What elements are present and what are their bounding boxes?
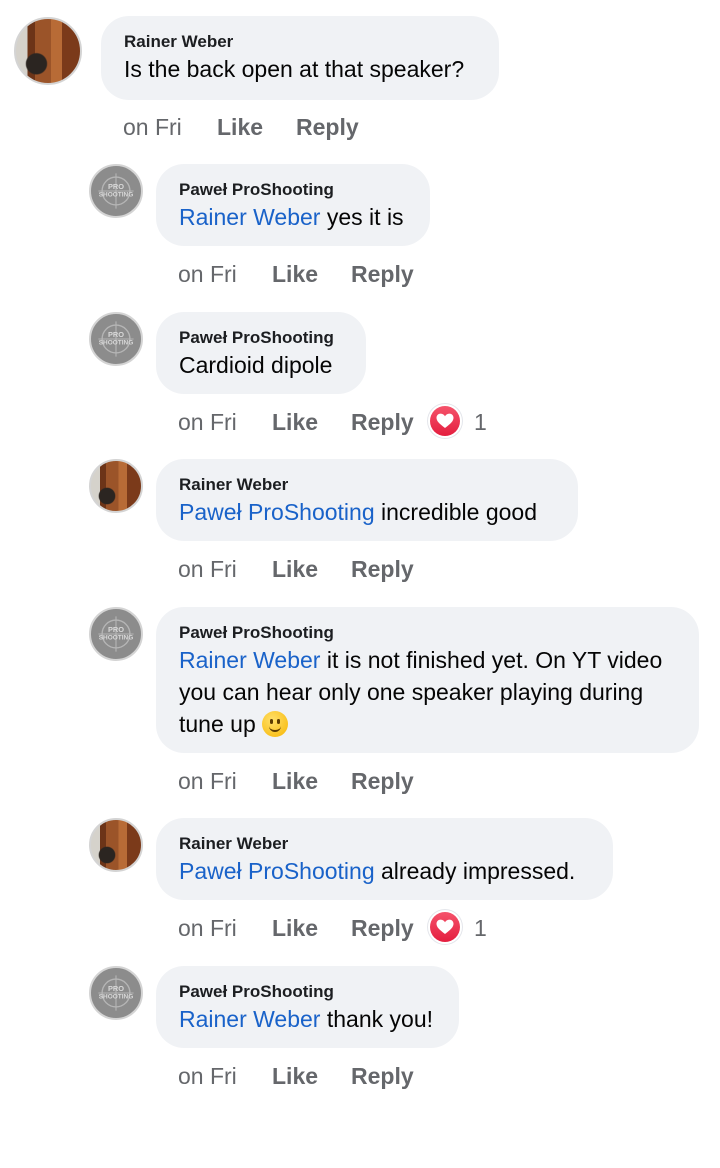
reply-button[interactable]: Reply — [351, 258, 414, 290]
reaction-count[interactable]: 1 — [474, 406, 487, 438]
pro-shooting-logo: PRO SHOOTING — [98, 321, 134, 357]
comment-text: Rainer Weber thank you! — [179, 1003, 436, 1035]
comment-body: Cardioid dipole — [179, 352, 333, 378]
comment-body: yes it is — [320, 204, 404, 230]
reaction-badge[interactable] — [428, 404, 462, 438]
comment-text: Paweł ProShooting incredible good — [179, 496, 555, 528]
comment-bubble: Rainer Weber Paweł ProShooting already i… — [156, 818, 613, 900]
reaction-badge[interactable] — [428, 910, 462, 944]
like-button[interactable]: Like — [272, 406, 318, 438]
timestamp[interactable]: on Fri — [178, 912, 237, 944]
comment-text: Rainer Weber it is not finished yet. On … — [179, 644, 676, 740]
svg-text:PRO: PRO — [108, 330, 124, 339]
svg-text:SHOOTING: SHOOTING — [99, 994, 134, 1001]
svg-text:PRO: PRO — [108, 625, 124, 634]
svg-text:PRO: PRO — [108, 182, 124, 191]
comment-text: Cardioid dipole — [179, 349, 343, 381]
avatar[interactable] — [89, 459, 143, 513]
comment-body: already impressed. — [374, 858, 576, 884]
mention-link[interactable]: Rainer Weber — [179, 204, 320, 230]
reply-button[interactable]: Reply — [296, 111, 359, 143]
avatar[interactable] — [89, 818, 143, 872]
svg-text:SHOOTING: SHOOTING — [99, 192, 134, 199]
pro-shooting-logo: PRO SHOOTING — [98, 173, 134, 209]
like-button[interactable]: Like — [272, 765, 318, 797]
like-button[interactable]: Like — [217, 111, 263, 143]
timestamp[interactable]: on Fri — [178, 553, 237, 585]
comment-body: incredible good — [374, 499, 538, 525]
timestamp[interactable]: on Fri — [123, 111, 182, 143]
comment-bubble: Paweł ProShooting Rainer Weber thank you… — [156, 966, 459, 1048]
like-button[interactable]: Like — [272, 553, 318, 585]
reply-button[interactable]: Reply — [351, 765, 414, 797]
avatar[interactable]: PRO SHOOTING — [89, 607, 143, 661]
like-button[interactable]: Like — [272, 912, 318, 944]
mention-link[interactable]: Paweł ProShooting — [179, 858, 375, 884]
comment-text: Is the back open at that speaker? — [124, 53, 476, 85]
comment-bubble: Paweł ProShooting Rainer Weber it is not… — [156, 607, 699, 753]
mention-link[interactable]: Paweł ProShooting — [179, 499, 375, 525]
comment-bubble: Paweł ProShooting Cardioid dipole — [156, 312, 366, 394]
comment-author[interactable]: Rainer Weber — [179, 474, 555, 496]
comment-text: Rainer Weber yes it is — [179, 201, 407, 233]
avatar[interactable]: PRO SHOOTING — [89, 164, 143, 218]
svg-text:SHOOTING: SHOOTING — [99, 340, 134, 347]
comment-author[interactable]: Paweł ProShooting — [179, 327, 343, 349]
comment-author[interactable]: Rainer Weber — [179, 833, 590, 855]
reply-button[interactable]: Reply — [351, 553, 414, 585]
comment-author[interactable]: Rainer Weber — [124, 31, 476, 53]
comment-body: thank you! — [320, 1006, 434, 1032]
reply-button[interactable]: Reply — [351, 912, 414, 944]
svg-text:PRO: PRO — [108, 984, 124, 993]
avatar[interactable]: PRO SHOOTING — [89, 966, 143, 1020]
heart-icon — [436, 413, 454, 428]
pro-shooting-logo: PRO SHOOTING — [98, 616, 134, 652]
like-button[interactable]: Like — [272, 1060, 318, 1092]
mention-link[interactable]: Rainer Weber — [179, 1006, 320, 1032]
comment-bubble: Rainer Weber Paweł ProShooting incredibl… — [156, 459, 578, 541]
pro-shooting-logo: PRO SHOOTING — [98, 975, 134, 1011]
comment-bubble: Rainer Weber Is the back open at that sp… — [101, 16, 499, 100]
comment-bubble: Paweł ProShooting Rainer Weber yes it is — [156, 164, 430, 246]
smiling-face-icon — [262, 711, 289, 737]
timestamp[interactable]: on Fri — [178, 765, 237, 797]
timestamp[interactable]: on Fri — [178, 258, 237, 290]
svg-text:SHOOTING: SHOOTING — [99, 635, 134, 642]
like-button[interactable]: Like — [272, 258, 318, 290]
reply-button[interactable]: Reply — [351, 406, 414, 438]
avatar[interactable]: PRO SHOOTING — [89, 312, 143, 366]
comment-author[interactable]: Paweł ProShooting — [179, 981, 436, 1003]
mention-link[interactable]: Rainer Weber — [179, 647, 320, 673]
heart-icon — [436, 919, 454, 934]
comment-author[interactable]: Paweł ProShooting — [179, 622, 676, 644]
comment-body: Is the back open at that speaker? — [124, 56, 465, 82]
timestamp[interactable]: on Fri — [178, 406, 237, 438]
reaction-count[interactable]: 1 — [474, 912, 487, 944]
comment-author[interactable]: Paweł ProShooting — [179, 179, 407, 201]
reply-button[interactable]: Reply — [351, 1060, 414, 1092]
comment-text: Paweł ProShooting already impressed. — [179, 855, 590, 887]
timestamp[interactable]: on Fri — [178, 1060, 237, 1092]
avatar[interactable] — [14, 17, 82, 85]
